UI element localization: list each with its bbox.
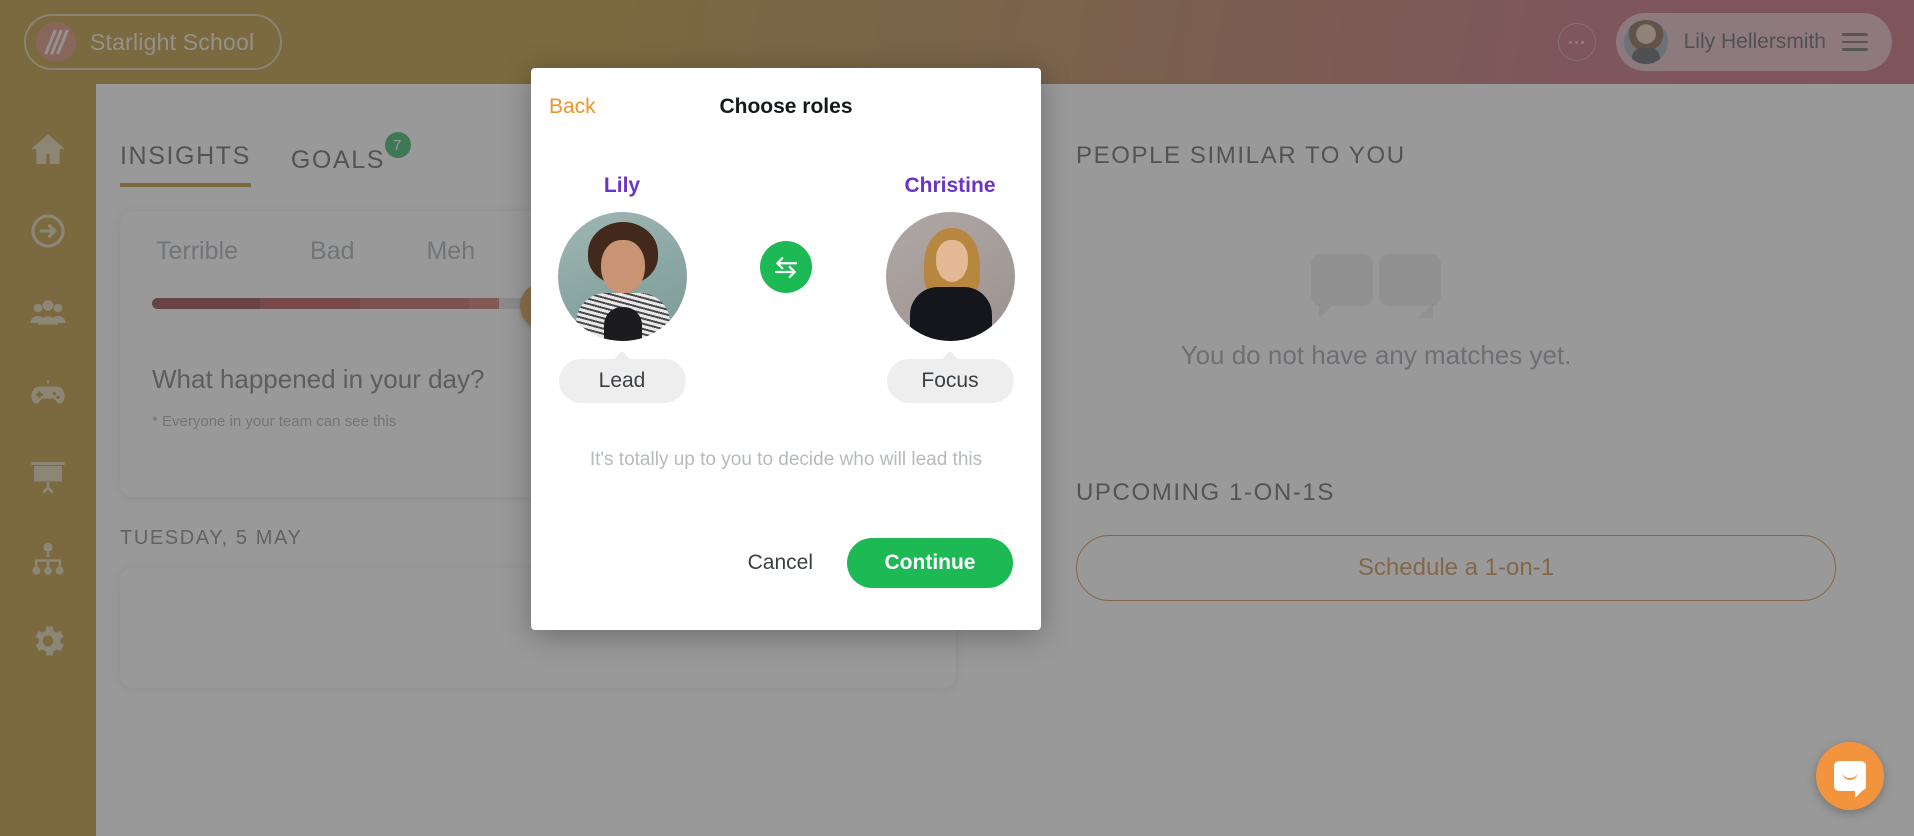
app-root: Starlight School Lily Hellersmith bbox=[0, 0, 1914, 836]
modal-title: Choose roles bbox=[719, 95, 853, 118]
person-lily-name: Lily bbox=[603, 174, 641, 197]
person-lily-role-chip[interactable]: Lead bbox=[558, 359, 686, 403]
lily-portrait-icon bbox=[557, 212, 687, 341]
modal-footer: Cancel Continue bbox=[531, 538, 1041, 630]
modal-header: Back Choose roles bbox=[531, 68, 1041, 146]
role-selector: Lily Lead Christine Focus bbox=[531, 174, 1041, 403]
cancel-button[interactable]: Cancel bbox=[742, 541, 819, 585]
christine-portrait-icon bbox=[885, 212, 1015, 341]
person-christine: Christine Focus bbox=[859, 174, 1041, 403]
swap-arrows-icon bbox=[774, 257, 798, 279]
modal-hint-text: It's totally up to you to decide who wil… bbox=[589, 449, 983, 470]
swap-container bbox=[713, 174, 859, 293]
intercom-chat-icon[interactable] bbox=[1816, 742, 1884, 810]
back-link[interactable]: Back bbox=[549, 95, 596, 119]
person-christine-name: Christine bbox=[904, 174, 996, 197]
choose-roles-modal: Back Choose roles Lily Lead Christine Fo… bbox=[531, 68, 1041, 630]
person-lily-role-label: Lead bbox=[598, 369, 646, 392]
continue-button[interactable]: Continue bbox=[847, 538, 1013, 588]
person-lily: Lily Lead bbox=[531, 174, 713, 403]
person-christine-role-label: Focus bbox=[921, 369, 979, 392]
person-christine-role-chip[interactable]: Focus bbox=[886, 359, 1014, 403]
swap-roles-button[interactable] bbox=[760, 241, 812, 293]
